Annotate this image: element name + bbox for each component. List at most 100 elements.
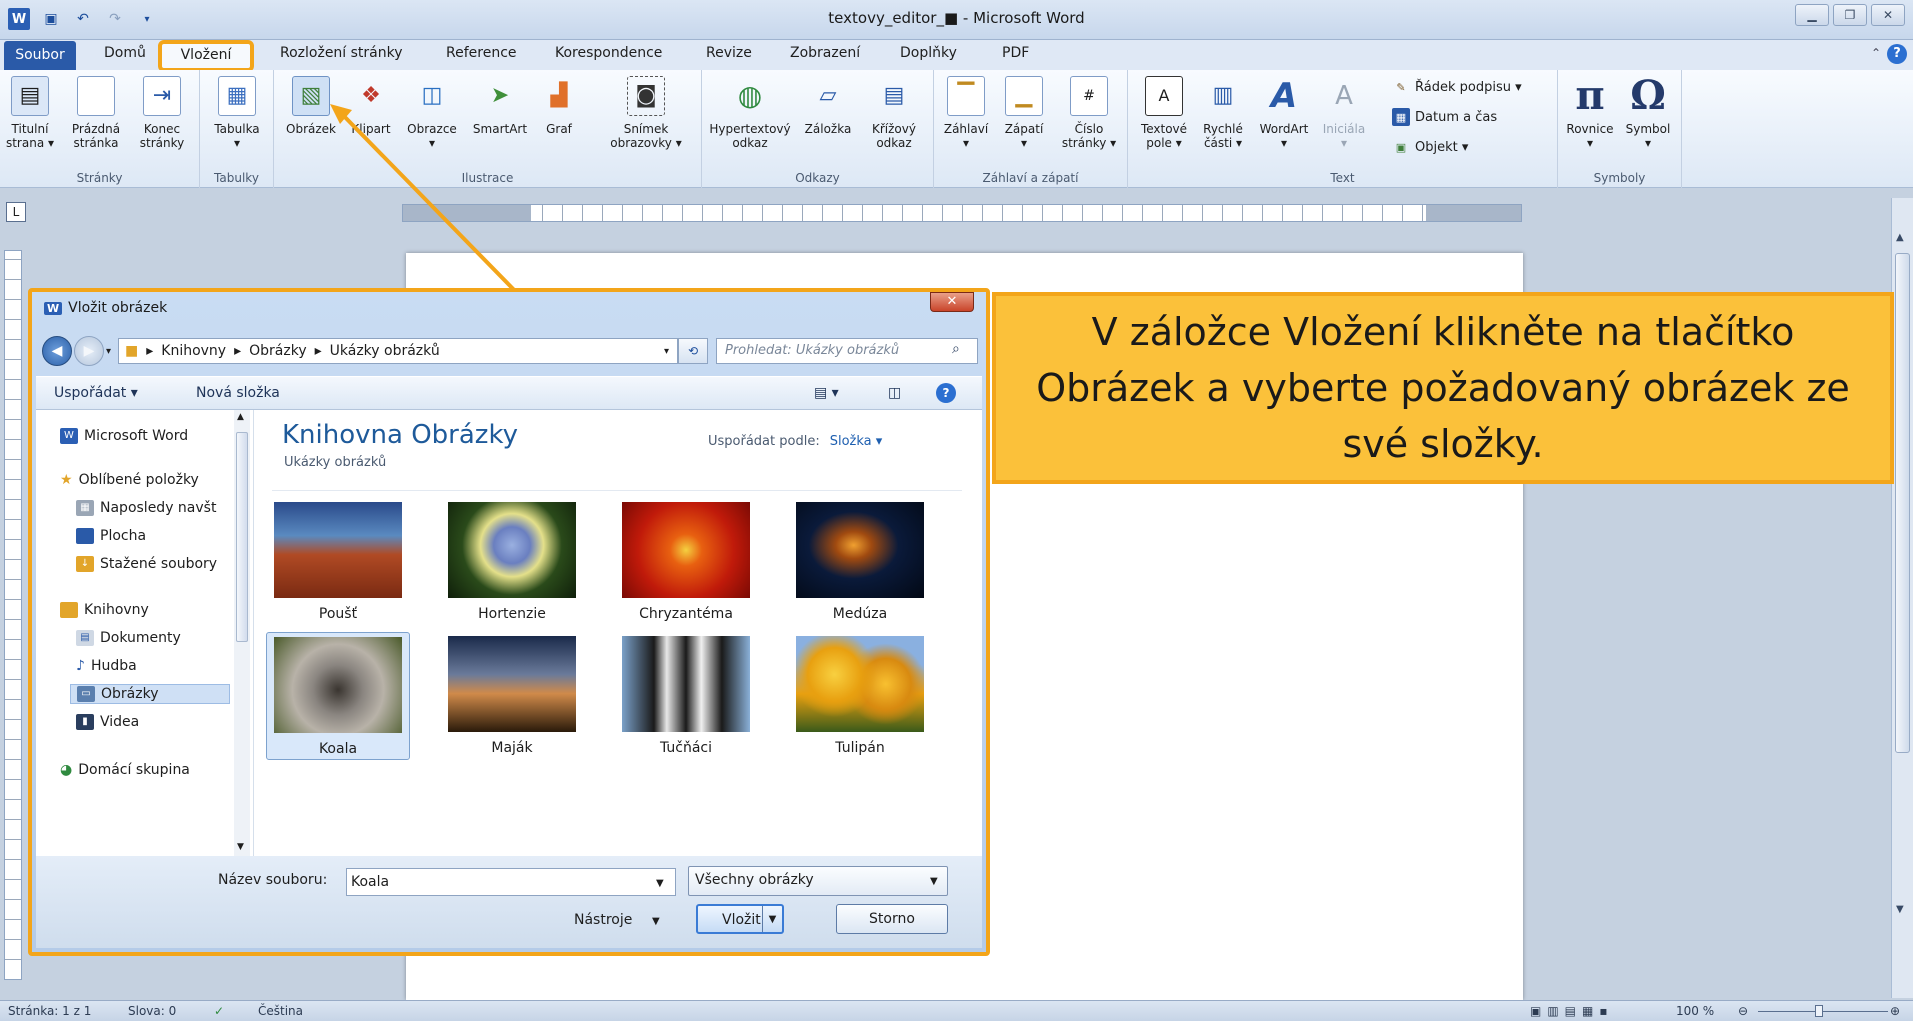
nav-item-libraries[interactable]: Knihovny: [60, 602, 149, 618]
image-thumb[interactable]: Chryzantéma: [614, 502, 758, 622]
proofing-icon[interactable]: ✓: [214, 1004, 224, 1018]
tab-home[interactable]: Domů: [104, 45, 146, 61]
horizontal-ruler[interactable]: [402, 204, 1522, 222]
nav-item-homegroup[interactable]: ◕ Domácí skupina: [60, 762, 190, 778]
breadcrumb-pictures[interactable]: Obrázky: [249, 343, 306, 359]
breadcrumb-samples[interactable]: Ukázky obrázků: [330, 343, 440, 359]
tab-mailings[interactable]: Korespondence: [555, 45, 662, 61]
view-options-icon[interactable]: ▤ ▾: [814, 385, 839, 401]
object-button[interactable]: ▣ Objekt ▾: [1392, 138, 1469, 156]
image-thumb[interactable]: Tulipán: [788, 636, 932, 756]
nav-scroll-thumb[interactable]: [236, 432, 248, 642]
symbol-button[interactable]: Ω Symbol ▾: [1620, 76, 1676, 151]
minimize-ribbon-icon[interactable]: ⌃: [1871, 46, 1881, 60]
tab-view[interactable]: Zobrazení: [790, 45, 860, 61]
close-window-icon[interactable]: ✕: [1871, 4, 1905, 26]
tab-pdf[interactable]: PDF: [1002, 45, 1029, 61]
footer-button[interactable]: ▁ Zápatí ▾: [996, 76, 1052, 150]
smartart-button[interactable]: ➤ SmartArt: [468, 76, 532, 137]
forward-icon[interactable]: ▶: [74, 336, 104, 366]
breadcrumb-libraries[interactable]: Knihovny: [161, 343, 226, 359]
zoom-slider[interactable]: [1758, 1011, 1888, 1012]
quick-parts-button[interactable]: ▥ Rychlé části ▾: [1196, 76, 1250, 151]
insert-button[interactable]: Vložit ▼: [696, 904, 784, 934]
cover-page-button[interactable]: ▤ Titulní strana ▾: [2, 76, 58, 150]
view-buttons[interactable]: ▣▥▤▦▪: [1530, 1004, 1613, 1018]
back-icon[interactable]: ◀: [42, 336, 72, 366]
dialog-help-icon[interactable]: ?: [936, 383, 956, 403]
vertical-scrollbar[interactable]: ▲ ▼: [1891, 198, 1913, 998]
shapes-button[interactable]: ◫ Obrazce ▾: [402, 76, 462, 151]
tools-button[interactable]: Nástroje: [574, 912, 632, 928]
signature-line-button[interactable]: ✎ Řádek podpisu ▾: [1392, 78, 1521, 96]
nav-scroll-up-icon[interactable]: ▲: [237, 412, 244, 422]
cross-reference-button[interactable]: ▤ Křížový odkaz: [862, 76, 926, 151]
address-bar[interactable]: ■ ▸ Knihovny ▸ Obrázky ▸ Ukázky obrázků …: [118, 338, 678, 364]
dropcap-button[interactable]: A Iniciála ▾: [1316, 76, 1372, 150]
word-count[interactable]: Slova: 0: [128, 1004, 176, 1018]
hyperlink-button[interactable]: ◍ Hypertextový odkaz: [706, 76, 794, 151]
nav-item-documents[interactable]: ▤ Dokumenty: [76, 630, 181, 646]
page-number-button[interactable]: # Číslo stránky ▾: [1056, 76, 1122, 150]
tools-dropdown-icon[interactable]: ▼: [652, 916, 660, 927]
header-button[interactable]: ▔ Záhlaví ▾: [938, 76, 994, 150]
nav-scrollbar[interactable]: ▲ ▼: [234, 410, 250, 856]
tab-selector[interactable]: L: [6, 202, 26, 222]
scroll-thumb[interactable]: [1895, 253, 1910, 753]
zoom-in-icon[interactable]: ⊕: [1890, 1004, 1900, 1018]
scroll-down-icon[interactable]: ▼: [1896, 904, 1904, 915]
dialog-close-button[interactable]: ✕: [930, 292, 974, 312]
image-thumb[interactable]: Hortenzie: [440, 502, 584, 622]
table-button[interactable]: ▦ Tabulka ▾: [208, 76, 266, 150]
zoom-out-icon[interactable]: ⊖: [1738, 1004, 1748, 1018]
chart-button[interactable]: ▟ Graf: [536, 76, 582, 137]
nav-scroll-down-icon[interactable]: ▼: [237, 842, 244, 852]
tab-insert[interactable]: Vložení: [158, 40, 254, 72]
nav-item-pictures[interactable]: ▭ Obrázky: [70, 684, 230, 704]
image-thumb-selected[interactable]: Koala: [266, 632, 410, 760]
scroll-up-icon[interactable]: ▲: [1896, 232, 1904, 243]
page-count[interactable]: Stránka: 1 z 1: [8, 1004, 91, 1018]
restore-icon[interactable]: ❐: [1833, 4, 1867, 26]
page-break-button[interactable]: ⇥ Konec stránky: [134, 76, 190, 150]
wordart-button[interactable]: A WordArt ▾: [1254, 76, 1314, 150]
zoom-level[interactable]: 100 %: [1676, 1004, 1714, 1018]
tab-addins[interactable]: Doplňky: [900, 45, 957, 61]
image-thumb[interactable]: Medúza: [788, 502, 932, 622]
cancel-button[interactable]: Storno: [836, 904, 948, 934]
language[interactable]: Čeština: [258, 1004, 303, 1018]
minimize-icon[interactable]: ▁: [1795, 4, 1829, 26]
nav-item-recent[interactable]: ▦ Naposledy navšt: [76, 500, 236, 516]
tab-file[interactable]: Soubor: [4, 41, 76, 70]
bookmark-button[interactable]: ▱ Záložka: [800, 76, 856, 137]
textbox-button[interactable]: A Textové pole ▾: [1134, 76, 1194, 150]
filename-input[interactable]: Koala: [346, 868, 676, 896]
new-folder-button[interactable]: Nová složka: [196, 385, 280, 401]
tab-layout[interactable]: Rozložení stránky: [280, 45, 403, 61]
tab-references[interactable]: Reference: [446, 45, 517, 61]
nav-item-downloads[interactable]: ↓ Stažené soubory: [76, 556, 236, 572]
refresh-icon[interactable]: ⟲: [678, 338, 708, 364]
image-thumb[interactable]: Poušť: [266, 502, 410, 622]
filename-dropdown-icon[interactable]: ▼: [656, 878, 664, 889]
screenshot-button[interactable]: ◙ Snímek obrazovky ▾: [600, 76, 692, 150]
image-thumb[interactable]: Maják: [440, 636, 584, 756]
blank-page-button[interactable]: Prázdná stránka: [68, 76, 124, 150]
preview-pane-icon[interactable]: ◫: [888, 385, 901, 401]
nav-item-videos[interactable]: ▮ Videa: [76, 714, 139, 730]
image-thumb[interactable]: Tučňáci: [614, 636, 758, 756]
clipart-button[interactable]: ❖ Klipart: [346, 76, 396, 137]
organize-button[interactable]: Uspořádat ▾: [54, 385, 138, 401]
nav-item-word[interactable]: W Microsoft Word: [60, 428, 188, 444]
equation-button[interactable]: π Rovnice ▾: [1562, 76, 1618, 151]
insert-options-icon[interactable]: ▼: [762, 906, 782, 932]
search-input[interactable]: Prohledat: Ukázky obrázků: [716, 338, 978, 364]
help-icon[interactable]: ?: [1887, 44, 1907, 64]
arrange-by-dropdown[interactable]: Složka ▾: [830, 434, 883, 449]
insert-picture-button[interactable]: ▧ Obrázek: [282, 76, 340, 136]
address-dropdown-icon[interactable]: ▾: [664, 346, 669, 357]
recent-locations-icon[interactable]: ▾: [106, 346, 111, 357]
search-icon[interactable]: ⌕: [952, 341, 960, 357]
nav-item-favorites[interactable]: ★ Oblíbené položky: [60, 472, 235, 488]
nav-item-music[interactable]: ♪ Hudba: [76, 658, 137, 674]
